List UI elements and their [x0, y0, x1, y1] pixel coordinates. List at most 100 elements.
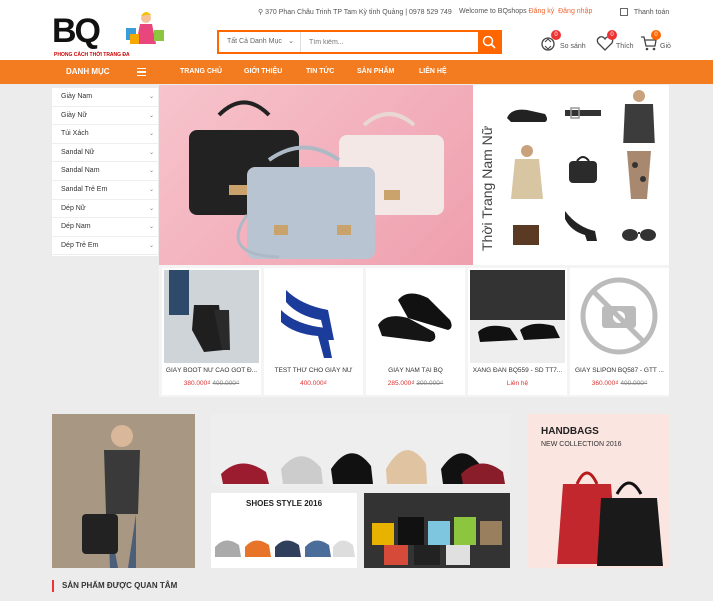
product-image [266, 270, 361, 363]
address-text: ⚲ 370 Phan Châu Trinh TP Tam Kỳ tỉnh Quả… [258, 9, 452, 16]
handbags-banner[interactable]: HANDBAGS NEW COLLECTION 2016 [527, 414, 669, 568]
category-sidebar: Giày Nam ⌄ Giày Nữ ⌄ Túi Xách ⌄ Sandal Nữ ⌄ … [52, 88, 158, 256]
sidebar-item-dep-tre-em[interactable]: Dép Trẻ Em ⌄ [52, 237, 158, 256]
sidebar-item-sandal-tre-em[interactable]: Sandal Trẻ Em ⌄ [52, 181, 158, 200]
compare-count: 0 [551, 30, 561, 40]
handbags-title: HANDBAGS [541, 426, 599, 437]
hero-banner[interactable] [159, 85, 473, 265]
price-current: 360.000₫ [591, 380, 619, 387]
leather-bag-image [557, 143, 609, 195]
sidebar-item-tui-xach[interactable]: Túi Xách ⌄ [52, 125, 158, 144]
price-old: 400.000₫ [212, 380, 240, 387]
address: 370 Phan Châu Trinh TP Tam Kỳ tỉnh Quảng [265, 9, 404, 16]
chevron-down-icon: ⌄ [148, 149, 154, 156]
chevron-down-icon: ⌄ [148, 112, 154, 119]
sidebar-item-giay-nam[interactable]: Giày Nam ⌄ [52, 88, 158, 107]
heels-banner[interactable] [211, 414, 510, 486]
vertical-title: Thời Trang Nam Nữ [473, 85, 497, 265]
product-image [368, 270, 463, 363]
category-label: DANH MỤC [66, 67, 110, 76]
logo[interactable]: BQ PHONG CÁCH THỜI TRANG ĐA [52, 10, 170, 58]
search-category-select[interactable]: Tất Cả Danh Mục ⌄ [219, 32, 301, 52]
fashion-grid-banner[interactable]: Thời Trang Nam Nữ [473, 85, 669, 265]
sunglasses-image [613, 209, 665, 261]
shoes-style-title: SHOES STYLE 2016 [245, 499, 323, 508]
model-banner[interactable] [52, 414, 195, 568]
logo-tagline: PHONG CÁCH THỜI TRANG ĐA [54, 52, 130, 58]
search-icon [482, 35, 496, 49]
nav-item-contact[interactable]: LIÊN HỆ [419, 60, 447, 84]
checkbox-icon [620, 8, 628, 16]
sidebar-item-sandal-nam[interactable]: Sandal Nam ⌄ [52, 162, 158, 181]
nav-item-products[interactable]: SẢN PHẨM [357, 60, 394, 84]
sidebar-item-label: Giày Nữ [61, 111, 88, 119]
product-price: 400.000₫ [264, 380, 363, 387]
shopping-girl-icon [126, 12, 164, 44]
product-name: GIÀY SLIPON BQ587 - GTT ... [575, 367, 664, 374]
search-category-label: Tất Cả Danh Mục [227, 38, 282, 45]
search-button[interactable] [478, 32, 500, 52]
product-card[interactable]: XĂNG ĐAN BQ559 - SD TT7... Liên hệ [468, 268, 567, 395]
nav-item-home[interactable]: TRANG CHỦ [180, 60, 222, 84]
product-image [164, 270, 259, 363]
price-current: Liên hệ [506, 380, 529, 387]
product-card[interactable]: GIÀY SLIPON BQ587 - GTT ... 360.000₫ 400… [570, 268, 669, 395]
product-card[interactable]: GIÀY NAM TẠI BQ 285.000₫ 300.000₫ [366, 268, 465, 395]
hamburger-icon[interactable] [137, 68, 146, 76]
product-image [572, 270, 667, 363]
sidebar-item-label: Túi Xách [61, 130, 89, 138]
bags-collection-banner[interactable] [364, 493, 510, 568]
product-price: Liên hệ [468, 380, 567, 387]
nav-item-news[interactable]: TIN TỨC [306, 60, 334, 84]
price-current: 400.000₫ [300, 380, 327, 387]
belt-image [557, 88, 609, 140]
cart-button[interactable]: 0 Giỏ [640, 30, 680, 54]
sidebar-item-dep-nu[interactable]: Dép Nữ ⌄ [52, 200, 158, 219]
sidebar-item-dep-nam[interactable]: Dép Nam ⌄ [52, 218, 158, 237]
trenchcoat-image [501, 143, 553, 205]
sidebar-item-label: Sandal Trẻ Em [61, 185, 108, 193]
product-card[interactable]: TEST THỬ CHO GIẦY NỮ 400.000₫ [264, 268, 363, 395]
wishlist-label: Thích [616, 43, 634, 50]
sneakers-image [215, 540, 355, 557]
product-list: GIÀY BOOT NỮ CAO GÓT Đ... 380.000₫ 400.0… [159, 265, 669, 397]
chevron-down-icon: ⌄ [148, 131, 154, 138]
checkout-label: Thanh toán [633, 8, 670, 16]
price-old: 400.000₫ [620, 380, 648, 387]
vertical-title-text: Thời Trang Nam Nữ [479, 125, 495, 251]
main-nav: DANH MỤC TRANG CHỦ GIỚI THIỆU TIN TỨC SẢ… [0, 60, 713, 84]
sidebar-item-label: Dép Nam [61, 223, 91, 231]
compare-button[interactable]: 0 So sánh [540, 30, 586, 54]
heels-row-image [221, 450, 505, 484]
search-input[interactable] [309, 35, 469, 49]
sidebar-item-sandal-nu[interactable]: Sandal Nữ ⌄ [52, 144, 158, 163]
login-link[interactable]: Đăng nhập [558, 8, 592, 15]
chevron-down-icon: ⌄ [148, 205, 154, 212]
product-name: GIÀY BOOT NỮ CAO GÓT Đ... [165, 367, 258, 374]
welcome-text: Welcome to BQshops [459, 8, 527, 15]
sidebar-item-giay-nu[interactable]: Giày Nữ ⌄ [52, 107, 158, 126]
product-price: 360.000₫ 400.000₫ [570, 380, 669, 387]
checkout-link[interactable]: Thanh toán [620, 8, 669, 16]
no-image-camera-icon [580, 277, 658, 355]
sidebar-item-label: Sandal Nam [61, 167, 100, 175]
chevron-down-icon: ⌄ [148, 242, 154, 249]
scarf-image [613, 143, 665, 205]
product-price: 285.000₫ 300.000₫ [366, 380, 465, 387]
section-title: SẢN PHẨM ĐƯỢC QUAN TÂM [52, 580, 177, 592]
product-card[interactable]: GIÀY BOOT NỮ CAO GÓT Đ... 380.000₫ 400.0… [162, 268, 261, 395]
product-image [470, 270, 565, 363]
heels-image [557, 197, 609, 259]
chevron-down-icon: ⌄ [148, 186, 154, 193]
shoes-style-banner[interactable]: SHOES STYLE 2016 [211, 493, 357, 568]
chevron-down-icon: ⌄ [148, 94, 154, 100]
wishlist-button[interactable]: 0 Thích [596, 30, 636, 54]
sidebar-item-label: Sandal Nữ [61, 148, 95, 156]
product-price: 380.000₫ 400.000₫ [162, 380, 261, 387]
handbags-image [189, 100, 444, 259]
price-old: 300.000₫ [416, 380, 444, 387]
nav-item-about[interactable]: GIỚI THIỆU [244, 60, 282, 84]
handbags-promo-image [557, 471, 663, 566]
cart-count: 0 [651, 30, 661, 40]
register-link[interactable]: Đăng ký [529, 8, 555, 15]
